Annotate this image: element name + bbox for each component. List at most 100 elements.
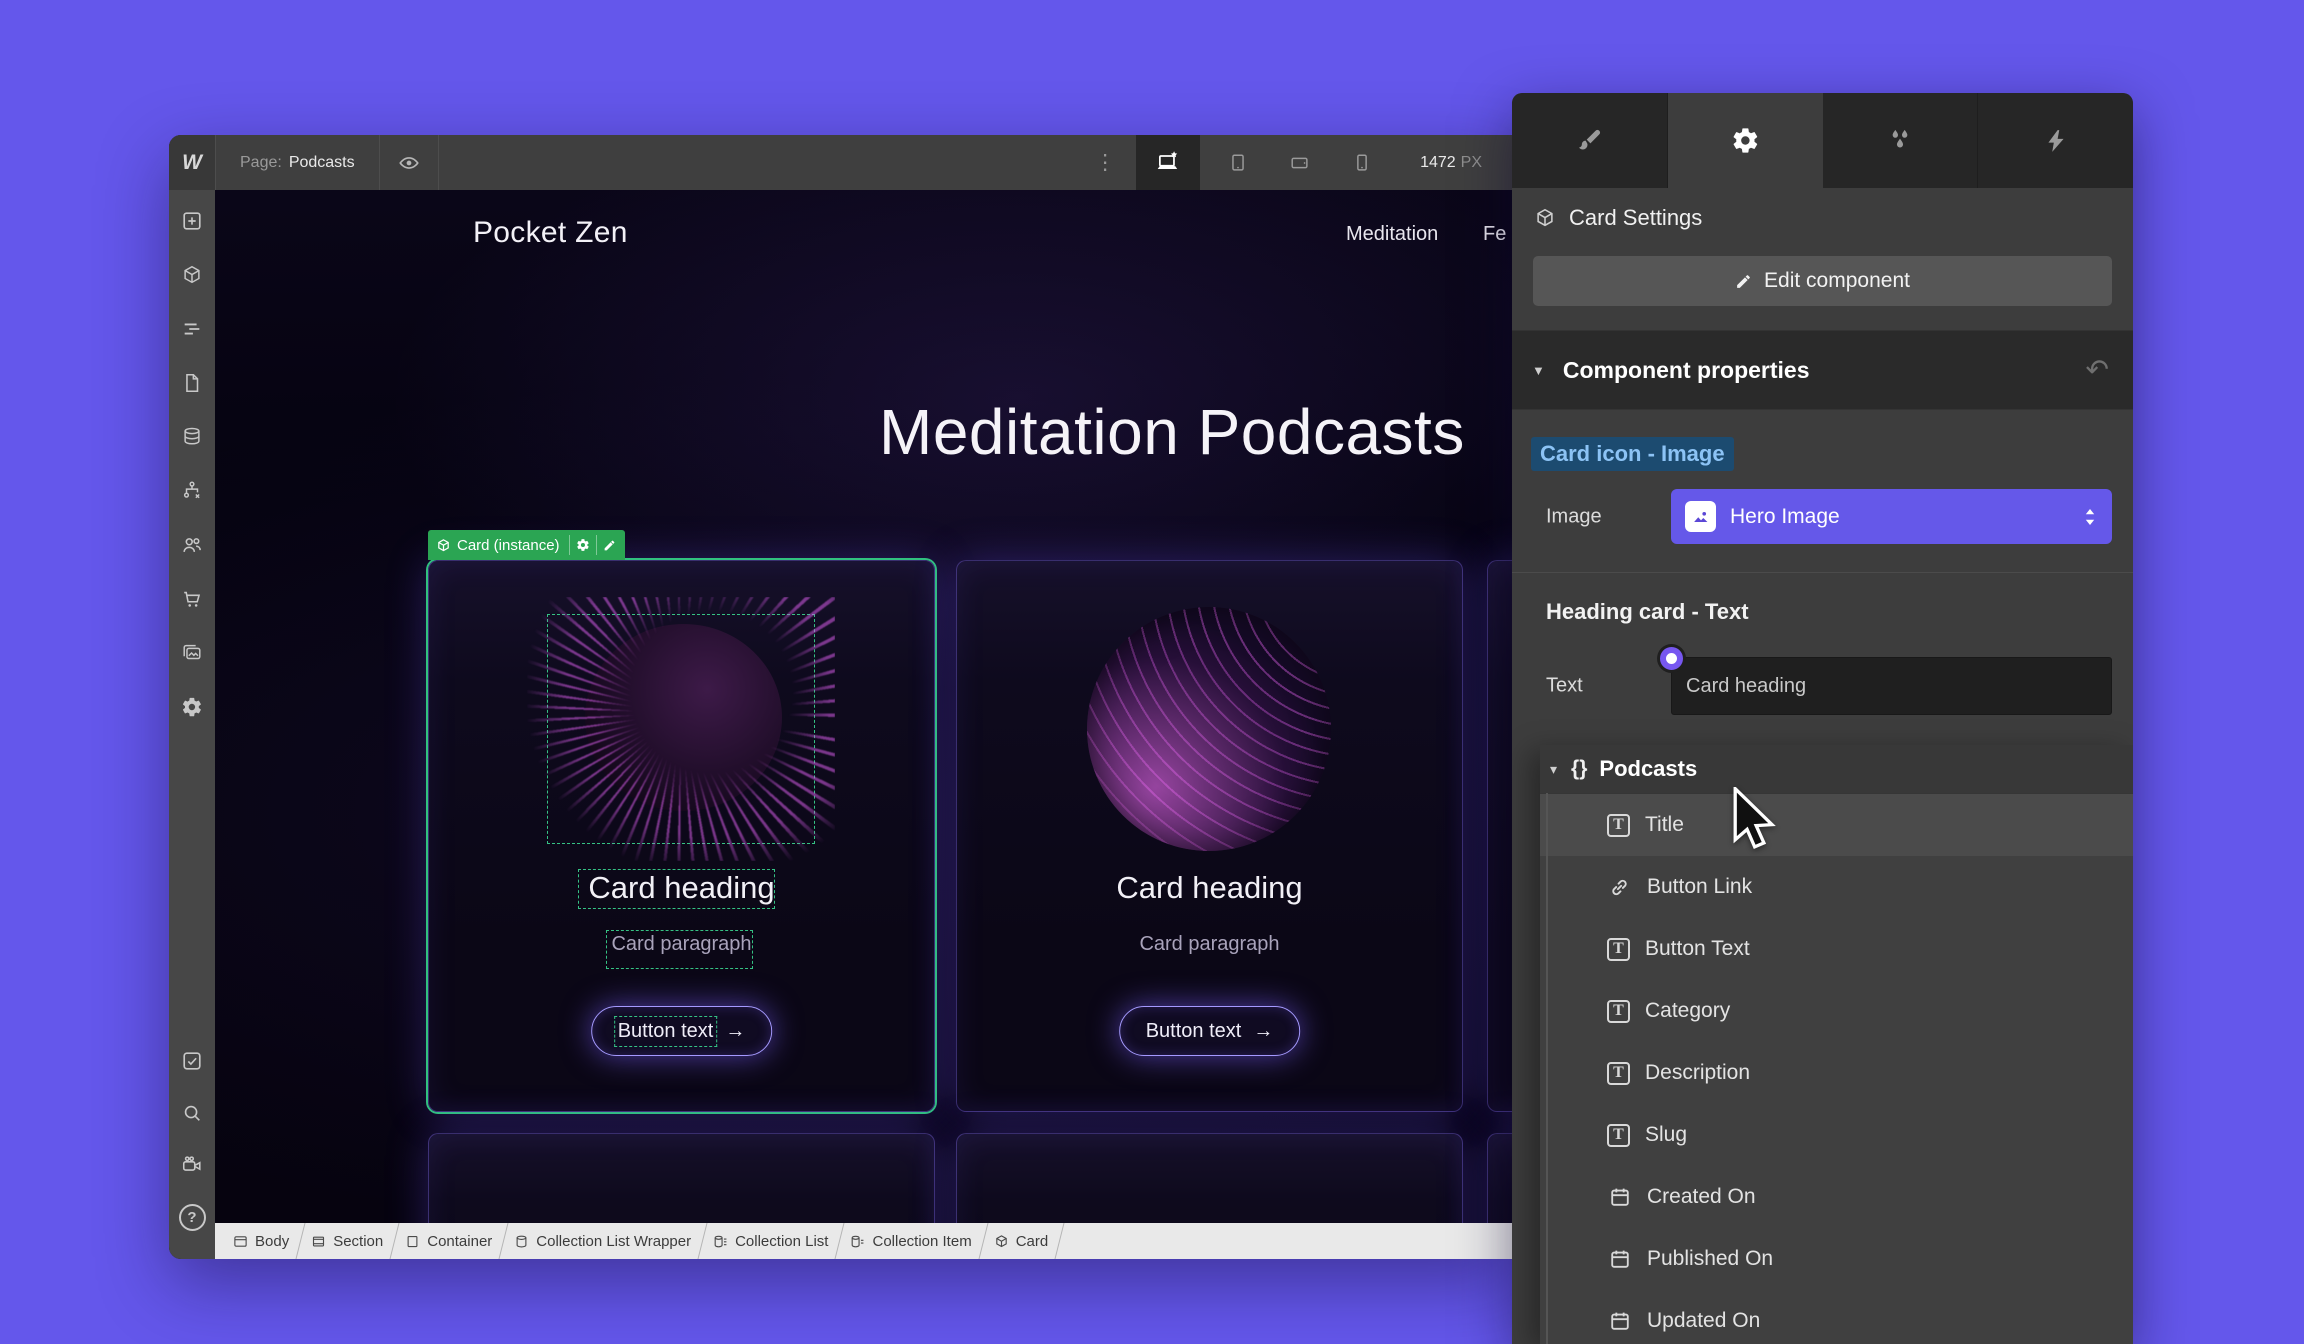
breadcrumb-separator <box>832 1223 846 1259</box>
breakpoint-mobile-landscape-button[interactable] <box>1276 135 1324 190</box>
breakpoint-desktop-button[interactable] <box>1136 135 1200 190</box>
site-navbar: Pocket Zen Meditation Fe <box>215 190 1512 280</box>
calendar-icon <box>1607 1186 1632 1208</box>
text-field-icon: T <box>1607 1000 1630 1023</box>
settings-button[interactable] <box>170 685 214 729</box>
selected-component-label[interactable]: Card (instance) <box>428 530 625 560</box>
breakpoint-mobile-portrait-button[interactable] <box>1338 135 1386 190</box>
breadcrumb-item-section[interactable]: Section <box>307 1223 387 1259</box>
navigator-button[interactable] <box>170 307 214 351</box>
field-item-created-on[interactable]: Created On <box>1540 1166 2133 1228</box>
breadcrumb-item-body[interactable]: Body <box>229 1223 293 1259</box>
breadcrumb-item-collection-list-wrapper[interactable]: Collection List Wrapper <box>510 1223 695 1259</box>
webflow-logo[interactable]: W <box>169 135 216 190</box>
reset-properties-icon[interactable]: ↶ <box>2086 356 2109 384</box>
help-button[interactable]: ? <box>170 1195 214 1239</box>
preview-icon[interactable] <box>380 135 439 190</box>
field-label: Created On <box>1647 1185 1756 1209</box>
property-name-image[interactable]: Card icon - Image <box>1531 437 1734 471</box>
canvas-menu-kebab-icon[interactable]: ⋮ <box>1088 135 1122 190</box>
phone-portrait-icon <box>1351 152 1373 174</box>
audit-button[interactable] <box>170 1039 214 1083</box>
tab-settings[interactable] <box>1668 93 1823 188</box>
panel-title: Card Settings <box>1569 205 1702 231</box>
card-icon-image[interactable] <box>548 615 814 843</box>
breadcrumb-item-card[interactable]: Card <box>990 1223 1053 1259</box>
video-tutorials-button[interactable] <box>170 1143 214 1187</box>
ecommerce-button[interactable] <box>170 577 214 621</box>
card-button[interactable]: Button text → <box>1119 1006 1301 1056</box>
edit-component-pencil-icon[interactable] <box>597 539 623 552</box>
field-item-slug[interactable]: T Slug <box>1540 1104 2133 1166</box>
breadcrumb-item-collection-item[interactable]: Collection Item <box>846 1223 975 1259</box>
field-item-category[interactable]: T Category <box>1540 980 2133 1042</box>
card-instance-partial[interactable] <box>1487 1133 1512 1223</box>
card-instance-partial[interactable] <box>1487 560 1512 1112</box>
image-property-label: Image <box>1546 505 1602 528</box>
tab-interactions[interactable] <box>1978 93 2133 188</box>
tab-style[interactable] <box>1512 93 1668 188</box>
breadcrumb-separator <box>1052 1223 1066 1259</box>
collapse-triangle-icon[interactable]: ▼ <box>1532 363 1545 378</box>
breadcrumb-item-container[interactable]: Container <box>401 1223 496 1259</box>
text-property-input[interactable] <box>1671 657 2112 715</box>
cart-icon <box>181 588 203 610</box>
text-field-icon: T <box>1607 938 1630 961</box>
breakpoint-tablet-button[interactable] <box>1214 135 1262 190</box>
card-heading[interactable]: Card heading <box>429 870 934 906</box>
pages-button[interactable] <box>170 361 214 405</box>
card-instance-partial[interactable] <box>956 1133 1463 1223</box>
navigator-icon <box>181 318 203 340</box>
component-properties-title: Component properties <box>1563 357 2086 384</box>
card-paragraph[interactable]: Card paragraph <box>429 933 934 956</box>
card-instance-selected[interactable]: Card heading Card paragraph Button text … <box>428 560 935 1112</box>
card-paragraph[interactable]: Card paragraph <box>957 933 1462 956</box>
field-item-button-text[interactable]: T Button Text <box>1540 918 2133 980</box>
search-button[interactable] <box>170 1091 214 1135</box>
pages-icon <box>181 372 203 394</box>
component-properties-header[interactable]: ▼ Component properties ↶ <box>1512 330 2133 410</box>
page-name: Podcasts <box>289 154 355 172</box>
add-elements-button[interactable] <box>170 199 214 243</box>
collapse-triangle-icon[interactable]: ▾ <box>1550 761 1557 778</box>
collection-wrapper-icon <box>514 1234 529 1249</box>
field-item-updated-on[interactable]: Updated On <box>1540 1290 2133 1344</box>
breadcrumb-separator <box>695 1223 709 1259</box>
nav-link-meditation[interactable]: Meditation <box>1346 223 1438 246</box>
breakpoint-width-readout[interactable]: 1472 PX <box>1420 135 1482 190</box>
designer-topbar: W Page: Podcasts ⋮ <box>169 135 1512 190</box>
card-button[interactable]: Button text → <box>591 1006 773 1056</box>
site-brand[interactable]: Pocket Zen <box>473 216 628 250</box>
logic-button[interactable] <box>170 469 214 513</box>
braces-icon: {} <box>1571 757 1587 781</box>
card-instance[interactable]: Card heading Card paragraph Button text … <box>956 560 1463 1112</box>
breadcrumb-label: Body <box>255 1233 289 1250</box>
collection-header-podcasts[interactable]: ▾ {} Podcasts <box>1540 745 2133 794</box>
cms-binding-dot[interactable] <box>1660 647 1683 670</box>
field-item-description[interactable]: T Description <box>1540 1042 2133 1104</box>
text-field-icon: T <box>1607 1124 1630 1147</box>
nav-link-partial[interactable]: Fe <box>1483 223 1506 246</box>
components-button[interactable] <box>170 253 214 297</box>
card-heading[interactable]: Card heading <box>957 870 1462 906</box>
component-settings-gear-icon[interactable] <box>570 538 596 552</box>
container-icon <box>405 1234 420 1249</box>
design-canvas[interactable]: Pocket Zen Meditation Fe Meditation Podc… <box>215 190 1512 1223</box>
assets-button[interactable] <box>170 631 214 675</box>
section-icon <box>311 1234 326 1249</box>
field-item-title[interactable]: T Title <box>1540 794 2133 856</box>
field-item-published-on[interactable]: Published On <box>1540 1228 2133 1290</box>
tab-effects[interactable] <box>1823 93 1979 188</box>
cms-button[interactable] <box>170 415 214 459</box>
card-cube-icon <box>994 1234 1009 1249</box>
image-property-select[interactable]: Hero Image <box>1671 489 2112 544</box>
users-icon <box>181 534 203 556</box>
card-instance-partial[interactable] <box>428 1133 935 1223</box>
hero-title[interactable]: Meditation Podcasts <box>879 395 1465 469</box>
users-button[interactable] <box>170 523 214 567</box>
page-indicator[interactable]: Page: Podcasts <box>216 135 380 190</box>
breadcrumb-item-collection-list[interactable]: Collection List <box>709 1223 832 1259</box>
breadcrumb-label: Section <box>333 1233 383 1250</box>
edit-component-button[interactable]: Edit component <box>1533 256 2112 306</box>
field-item-button-link[interactable]: Button Link <box>1540 856 2133 918</box>
